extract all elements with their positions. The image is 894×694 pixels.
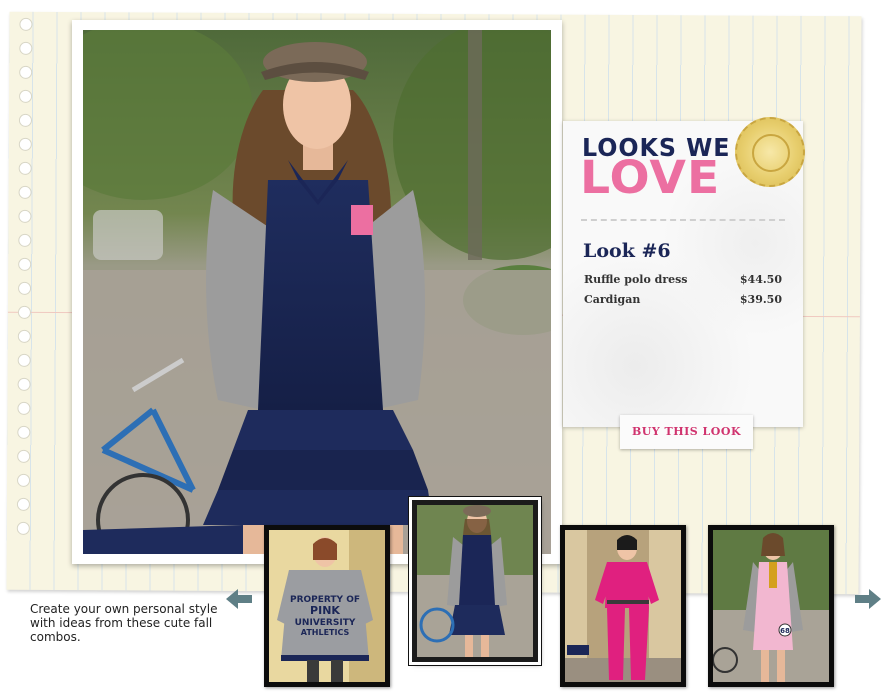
binder-hole xyxy=(18,257,32,271)
thumbnail-image: 68 xyxy=(713,530,829,682)
gold-seal-icon xyxy=(735,117,805,187)
thumbnail-image xyxy=(565,530,681,682)
binder-hole xyxy=(16,521,30,535)
arrow-left-icon[interactable] xyxy=(224,587,254,611)
item-price: $39.50 xyxy=(739,293,782,306)
svg-text:PINK: PINK xyxy=(310,604,340,617)
binder-hole xyxy=(17,473,31,487)
item-name: Cardigan xyxy=(584,293,641,306)
main-look-photo xyxy=(83,30,551,554)
binder-hole xyxy=(17,401,31,415)
thumbnail-look-ruffle-polo[interactable] xyxy=(409,497,541,665)
item-price: $44.50 xyxy=(739,273,782,286)
look-number: Look #6 xyxy=(583,240,671,262)
looks-we-love-card: LOOKS WE LOVE Look #6 Ruffle polo dress … xyxy=(563,117,805,427)
buy-this-look-button[interactable]: BUY THIS LOOK xyxy=(620,415,753,449)
binder-hole xyxy=(18,209,32,223)
binder-hole xyxy=(17,377,31,391)
card-divider xyxy=(581,219,785,221)
item-name: Ruffle polo dress xyxy=(584,273,688,286)
binder-hole xyxy=(18,113,32,127)
binder-hole xyxy=(17,425,31,439)
svg-text:ATHLETICS: ATHLETICS xyxy=(301,628,350,637)
binder-hole xyxy=(17,353,31,367)
thumbnail-look-pink-tracksuit[interactable] xyxy=(560,525,686,687)
binder-hole xyxy=(18,137,32,151)
model-ruffle-polo-illustration xyxy=(83,30,551,554)
thumbnail-look-pink-overalls[interactable]: 68 xyxy=(708,525,834,687)
binder-hole xyxy=(18,233,32,247)
thumbnail-look-hoodie-dress[interactable]: PROPERTY OF PINK UNIVERSITY ATHLETICS xyxy=(264,525,390,687)
main-photo-frame xyxy=(72,20,562,564)
looks-title-line2: LOVE xyxy=(580,151,721,204)
binder-hole xyxy=(19,89,33,103)
binder-hole xyxy=(17,329,31,343)
binder-hole xyxy=(17,305,31,319)
binder-hole xyxy=(17,449,31,463)
binder-hole xyxy=(19,17,33,31)
svg-text:68: 68 xyxy=(780,627,790,635)
arrow-right-icon[interactable] xyxy=(853,587,883,611)
seal-crest-icon xyxy=(752,134,790,172)
binder-hole xyxy=(18,281,32,295)
binder-hole xyxy=(19,41,33,55)
binder-hole xyxy=(16,497,30,511)
item-row: Ruffle polo dress $44.50 xyxy=(584,273,782,286)
thumbnail-image: PROPERTY OF PINK UNIVERSITY ATHLETICS xyxy=(269,530,385,682)
carousel-caption: Create your own personal style with idea… xyxy=(30,602,218,644)
svg-text:UNIVERSITY: UNIVERSITY xyxy=(295,618,356,628)
item-row: Cardigan $39.50 xyxy=(584,293,782,306)
thumbnail-image xyxy=(417,505,533,657)
binder-hole xyxy=(19,65,33,79)
binder-hole xyxy=(18,161,32,175)
binder-hole xyxy=(18,185,32,199)
